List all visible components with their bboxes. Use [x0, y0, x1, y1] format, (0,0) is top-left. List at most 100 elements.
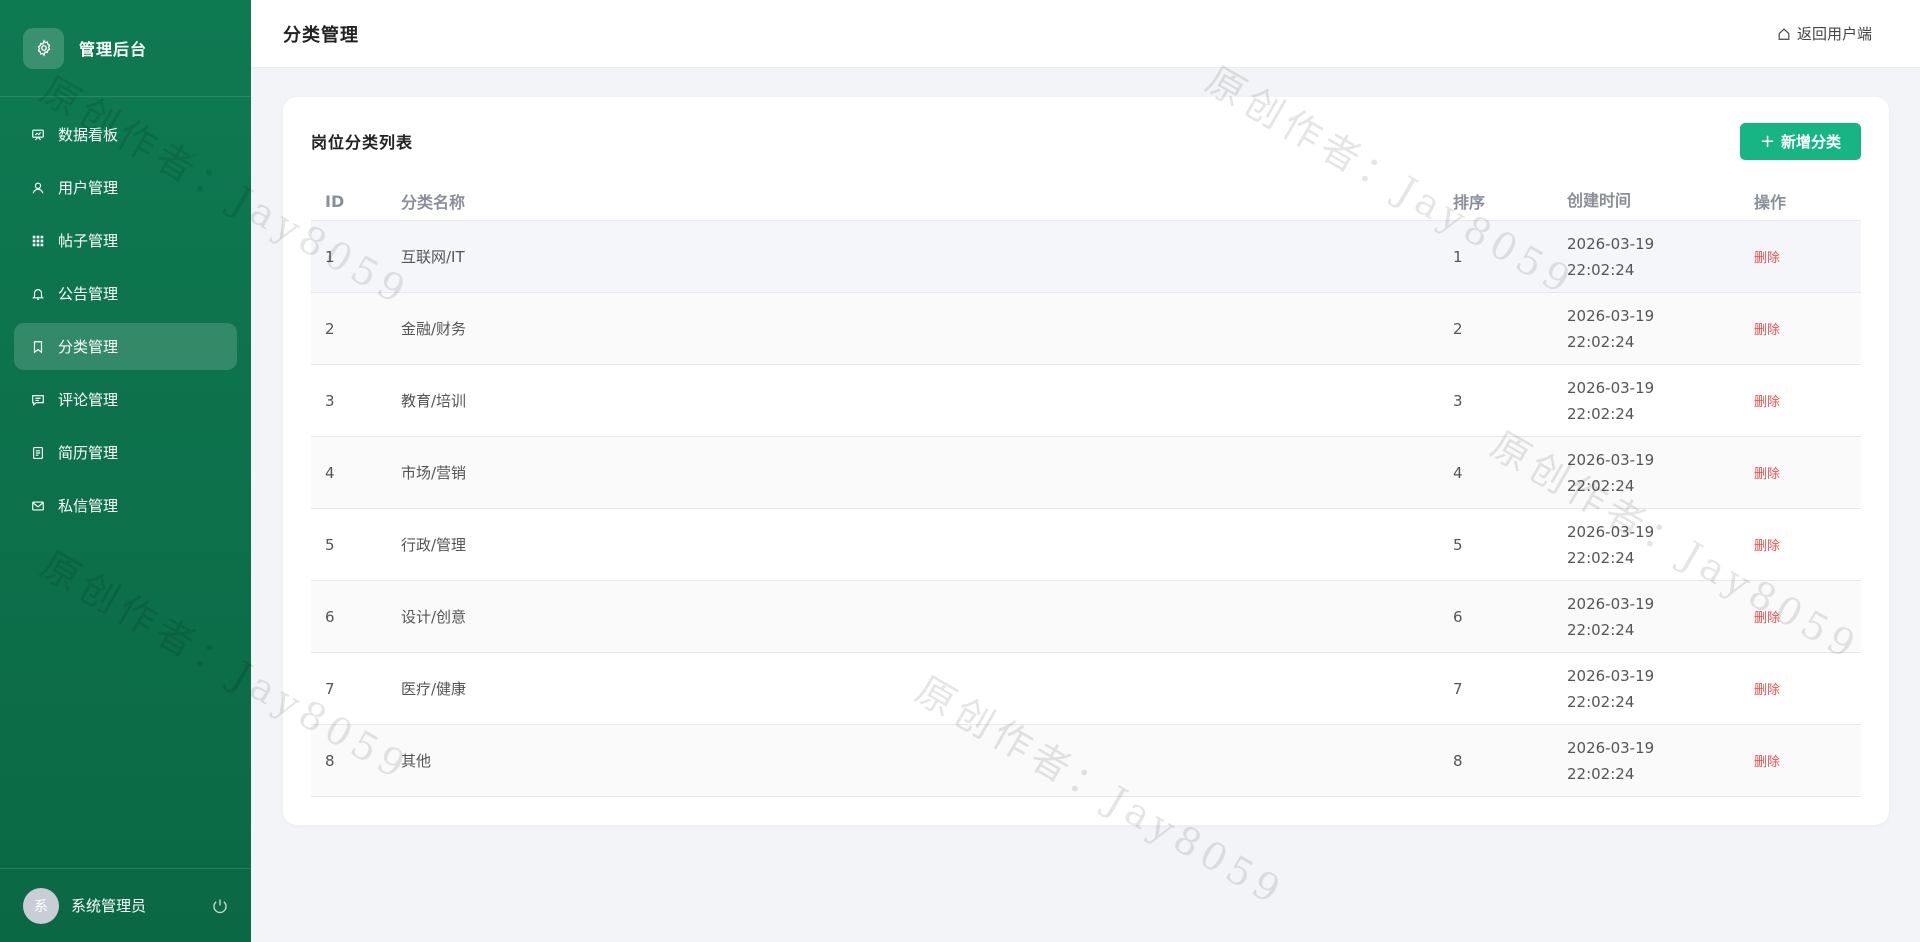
cell-action: 删除	[1751, 319, 1861, 338]
avatar[interactable]: 系	[23, 887, 59, 924]
cell-id: 7	[325, 679, 335, 698]
column-header-name: 分类名称	[401, 193, 466, 212]
user-icon	[31, 181, 45, 195]
power-icon[interactable]	[211, 897, 229, 915]
column-header-sort: 排序	[1453, 193, 1486, 212]
cell-action: 删除	[1751, 247, 1861, 266]
delete-button[interactable]: 删除	[1754, 755, 1780, 770]
created-time: 22:02:24	[1567, 692, 1635, 711]
cell-created: 2026-03-19 22:02:24	[1567, 375, 1751, 427]
delete-button[interactable]: 删除	[1754, 683, 1780, 698]
cell-sort: 2	[1453, 319, 1463, 338]
created-date: 2026-03-19	[1567, 378, 1655, 397]
table-row: 2 金融/财务 2 2026-03-19 22:02:24 删除	[311, 293, 1861, 365]
delete-button[interactable]: 删除	[1754, 611, 1780, 626]
created-date: 2026-03-19	[1567, 666, 1655, 685]
cell-created: 2026-03-19 22:02:24	[1567, 447, 1751, 499]
cell-sort: 8	[1453, 751, 1463, 770]
cell-name: 金融/财务	[401, 320, 467, 338]
sidebar-item-label: 帖子管理	[58, 232, 119, 250]
sidebar-item-announcements[interactable]: 公告管理	[14, 270, 237, 317]
cell-sort: 4	[1453, 463, 1463, 482]
column-header-created: 创建时间	[1567, 191, 1632, 210]
cell-created: 2026-03-19 22:02:24	[1567, 735, 1751, 787]
cell-name: 互联网/IT	[401, 248, 465, 266]
card-header: 岗位分类列表 + 新增分类	[311, 122, 1861, 160]
cell-created: 2026-03-19 22:02:24	[1567, 303, 1751, 355]
chart-board-icon	[31, 128, 45, 142]
created-date: 2026-03-19	[1567, 522, 1655, 541]
delete-button[interactable]: 删除	[1754, 467, 1780, 482]
sidebar-item-label: 公告管理	[58, 285, 119, 303]
sidebar-item-label: 用户管理	[58, 179, 119, 197]
add-button-label: 新增分类	[1781, 132, 1842, 151]
sidebar-item-label: 分类管理	[58, 338, 119, 356]
column-header-id: ID	[325, 191, 345, 211]
comment-icon	[31, 393, 45, 407]
cell-id: 4	[325, 463, 335, 482]
table-row: 7 医疗/健康 7 2026-03-19 22:02:24 删除	[311, 653, 1861, 725]
cell-id: 8	[325, 751, 335, 770]
brand-title: 管理后台	[79, 40, 148, 59]
created-date: 2026-03-19	[1567, 594, 1655, 613]
cell-action: 删除	[1751, 463, 1861, 482]
cell-sort: 1	[1453, 247, 1463, 266]
created-date: 2026-03-19	[1567, 234, 1655, 253]
table-header: ID 分类名称 排序 创建时间 操作	[311, 182, 1861, 221]
delete-button[interactable]: 删除	[1754, 323, 1780, 338]
created-time: 22:02:24	[1567, 764, 1635, 783]
delete-button[interactable]: 删除	[1754, 251, 1780, 266]
cell-sort: 7	[1453, 679, 1463, 698]
cell-created: 2026-03-19 22:02:24	[1567, 591, 1751, 643]
table-row: 1 互联网/IT 1 2026-03-19 22:02:24 删除	[311, 221, 1861, 293]
page-title: 分类管理	[283, 24, 359, 46]
table-row: 8 其他 8 2026-03-19 22:02:24 删除	[311, 725, 1861, 797]
sidebar-item-users[interactable]: 用户管理	[14, 164, 237, 211]
document-icon	[31, 446, 45, 460]
created-date: 2026-03-19	[1567, 450, 1655, 469]
cell-created: 2026-03-19 22:02:24	[1567, 663, 1751, 715]
cell-name: 医疗/健康	[401, 680, 467, 698]
sidebar: 管理后台 数据看板 用户管理 帖子管理 公告管理 分类管理 评论管理 简历管理 …	[0, 0, 251, 942]
sidebar-item-resumes[interactable]: 简历管理	[14, 429, 237, 476]
add-category-button[interactable]: + 新增分类	[1740, 122, 1861, 160]
table-row: 5 行政/管理 5 2026-03-19 22:02:24 删除	[311, 509, 1861, 581]
grid-icon	[31, 234, 45, 248]
sidebar-item-categories[interactable]: 分类管理	[14, 323, 237, 370]
sidebar-item-posts[interactable]: 帖子管理	[14, 217, 237, 264]
plus-icon: +	[1759, 130, 1776, 152]
created-date: 2026-03-19	[1567, 306, 1655, 325]
sidebar-nav: 数据看板 用户管理 帖子管理 公告管理 分类管理 评论管理 简历管理 私信管理	[0, 97, 251, 529]
table-row: 4 市场/营销 4 2026-03-19 22:02:24 删除	[311, 437, 1861, 509]
cell-created: 2026-03-19 22:02:24	[1567, 519, 1751, 571]
home-icon	[1778, 27, 1790, 40]
cell-id: 6	[325, 607, 335, 626]
category-card: 岗位分类列表 + 新增分类 ID 分类名称 排序 创建时间 操作 1 互联网/I…	[283, 97, 1889, 825]
bookmark-icon	[31, 340, 45, 354]
sidebar-item-label: 简历管理	[58, 444, 119, 462]
delete-button[interactable]: 删除	[1754, 395, 1780, 410]
sidebar-item-dashboard[interactable]: 数据看板	[14, 111, 237, 158]
created-time: 22:02:24	[1567, 404, 1635, 423]
topbar: 分类管理 返回用户端	[251, 0, 1920, 68]
sidebar-item-label: 数据看板	[58, 126, 119, 144]
cell-action: 删除	[1751, 679, 1861, 698]
cell-id: 3	[325, 391, 335, 410]
settings-gear-icon	[23, 27, 64, 69]
cell-name: 市场/营销	[401, 464, 467, 482]
brand: 管理后台	[0, 0, 251, 97]
cell-id: 1	[325, 247, 335, 266]
column-header-action: 操作	[1754, 193, 1787, 212]
back-to-user-link[interactable]: 返回用户端	[1777, 23, 1872, 44]
cell-name: 设计/创意	[401, 608, 467, 626]
app-root: 管理后台 数据看板 用户管理 帖子管理 公告管理 分类管理 评论管理 简历管理 …	[0, 0, 1920, 942]
sidebar-item-label: 评论管理	[58, 391, 119, 409]
cell-id: 5	[325, 535, 335, 554]
sidebar-item-comments[interactable]: 评论管理	[14, 376, 237, 423]
created-time: 22:02:24	[1567, 548, 1635, 567]
delete-button[interactable]: 删除	[1754, 539, 1780, 554]
sidebar-item-messages[interactable]: 私信管理	[14, 482, 237, 529]
cell-sort: 3	[1453, 391, 1463, 410]
cell-action: 删除	[1751, 607, 1861, 626]
created-time: 22:02:24	[1567, 476, 1635, 495]
